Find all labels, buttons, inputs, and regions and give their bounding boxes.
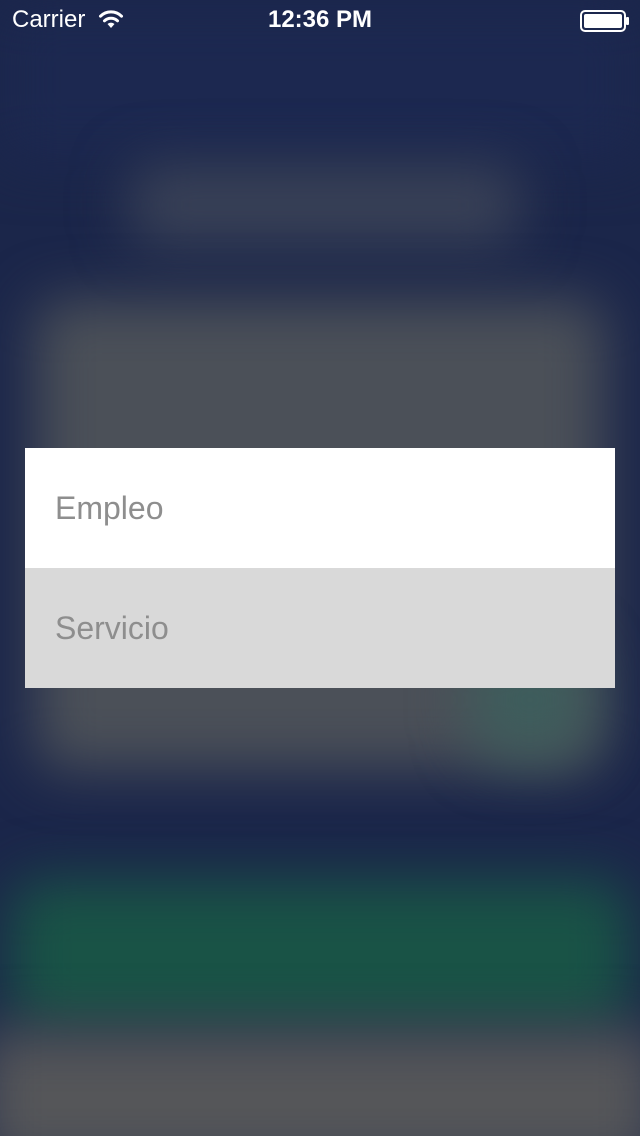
battery-icon — [580, 10, 629, 32]
background-blur-header — [130, 165, 520, 245]
menu-item-servicio[interactable]: Servicio — [25, 568, 615, 688]
background-blur-green-button — [10, 880, 630, 1030]
menu-item-label: Empleo — [55, 489, 164, 526]
menu-item-label: Servicio — [55, 609, 169, 646]
background-blur-bottom — [0, 1030, 640, 1136]
menu-item-empleo[interactable]: Empleo — [25, 448, 615, 568]
option-menu: Empleo Servicio — [25, 448, 615, 688]
app-screen: Carrier 12:36 PM Empleo Servicio — [0, 0, 640, 1136]
status-bar: Carrier 12:36 PM — [0, 0, 640, 40]
status-time: 12:36 PM — [267, 6, 373, 33]
